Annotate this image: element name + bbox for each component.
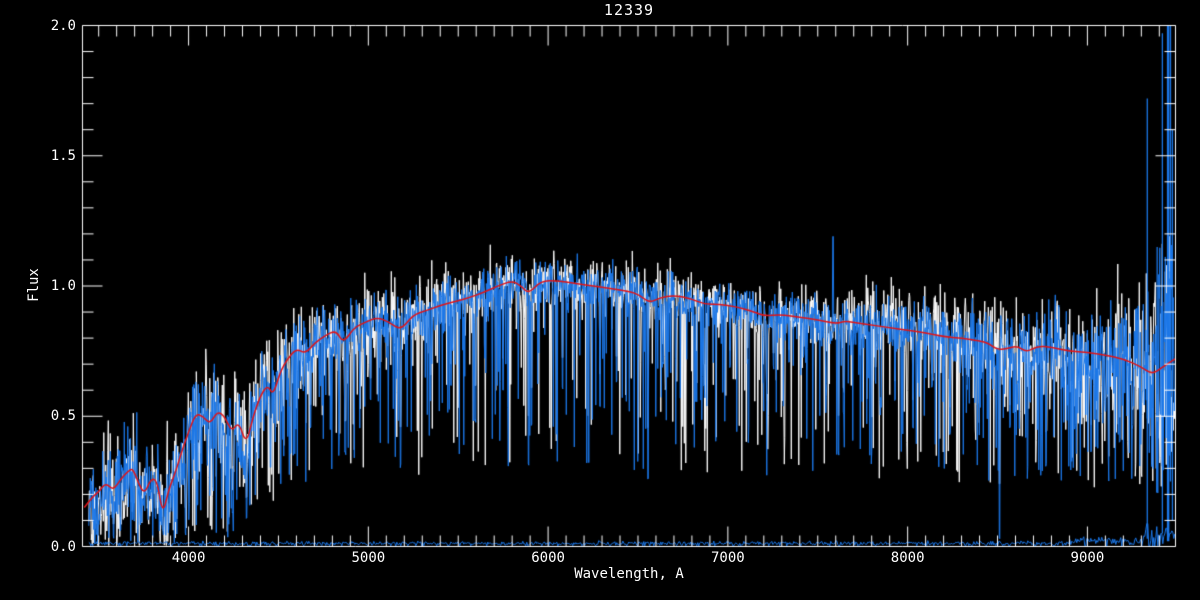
y-tick-label: 0.0 — [50, 538, 76, 555]
x-tick-label: 6000 — [531, 550, 565, 566]
spectrum-figure: 12339 Flux Wavelength, A 4000 5000 6000 700… — [0, 0, 1200, 600]
x-tick-label: 4000 — [171, 550, 206, 566]
x-tick-label: 9000 — [1070, 550, 1105, 566]
x-tick-label: 7000 — [711, 550, 745, 566]
x-tick-label: 8000 — [890, 550, 925, 566]
plot-title: 12339 — [603, 1, 655, 19]
y-tick-label: 1.5 — [50, 147, 76, 164]
y-tick-label: 2.0 — [50, 17, 76, 34]
x-axis-label: Wavelength, A — [574, 566, 684, 582]
y-tick-label: 0.5 — [50, 408, 76, 425]
y-tick-label: 1.0 — [50, 278, 76, 294]
spectrum-plot-canvas — [0, 0, 1200, 600]
x-tick-label: 5000 — [351, 550, 386, 566]
